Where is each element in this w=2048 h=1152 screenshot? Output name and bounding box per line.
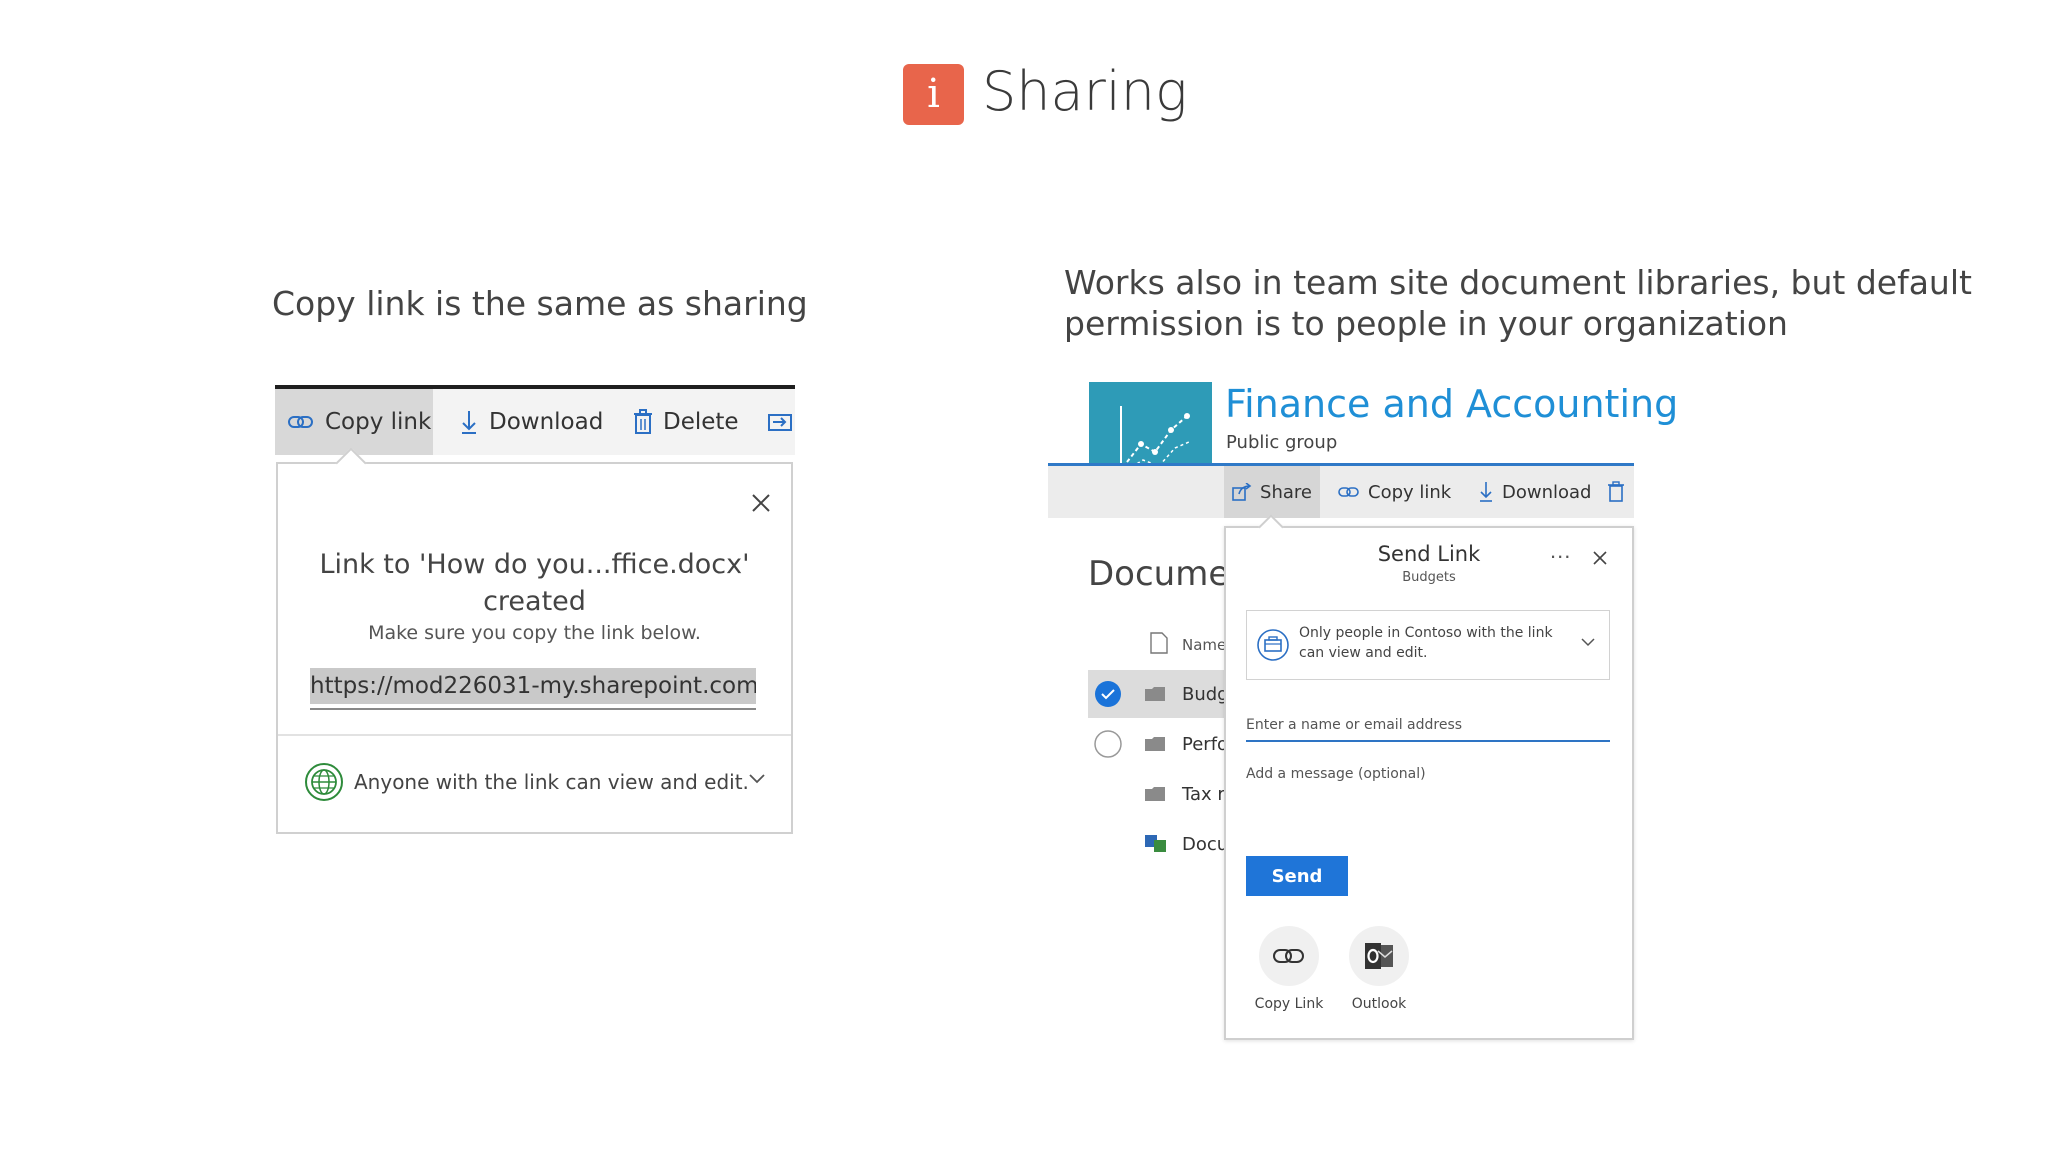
send-link-subheading: Budgets <box>1402 570 1456 585</box>
close-icon[interactable] <box>750 492 772 514</box>
list-item-label: Budgets <box>1182 684 1230 705</box>
delete-button[interactable]: Delete <box>633 389 739 455</box>
copy-link-label: Copy link <box>325 409 432 435</box>
close-icon[interactable] <box>1592 550 1608 566</box>
permission-text: Only people in Contoso with the link can… <box>1299 625 1553 661</box>
slide-title: Sharing <box>982 60 1188 123</box>
link-created-heading: Link to 'How do you...ffice.docx' create… <box>319 549 750 617</box>
link-url-field[interactable]: https://mod226031-my.sharepoint.com/pers… <box>310 668 756 710</box>
briefcase-icon <box>1257 629 1289 661</box>
move-to-icon <box>768 414 792 431</box>
copy-instruction: Make sure you copy the link below. <box>368 622 701 644</box>
outlook-icon <box>1365 943 1393 969</box>
column-header-name[interactable]: Name <box>1088 620 1230 668</box>
permission-setting[interactable]: Anyone with the link can view and edit. <box>354 770 749 794</box>
copy-link-option-circle[interactable] <box>1259 926 1319 986</box>
checkmark-icon[interactable] <box>1094 680 1122 708</box>
delete-label: Delete <box>663 409 739 435</box>
library-title: Documents <box>1088 554 1230 594</box>
copy-link-option-label: Copy Link <box>1254 996 1324 1012</box>
share-button[interactable]: Share <box>1224 466 1320 518</box>
right-caption: Works also in team site document librari… <box>1064 263 1972 343</box>
folder-icon <box>1145 787 1165 801</box>
share-label: Share <box>1260 481 1312 503</box>
trash-icon <box>634 409 652 434</box>
copy-link-button[interactable]: Copy link <box>275 389 433 455</box>
divider <box>278 734 791 736</box>
link-icon <box>288 416 313 428</box>
share-icon <box>1232 483 1252 501</box>
site-subtitle: Public group <box>1226 432 1338 453</box>
outlook-option[interactable]: Outlook <box>1334 926 1424 1012</box>
folder-icon <box>1145 687 1165 701</box>
download-icon <box>1480 482 1492 502</box>
copy-link-label: Copy link <box>1368 481 1452 503</box>
outlook-option-circle[interactable] <box>1349 926 1409 986</box>
list-item-label: Documents <box>1182 834 1230 855</box>
link-url-text[interactable]: https://mod226031-my.sharepoint.com/pers… <box>310 668 756 704</box>
globe-icon <box>305 763 343 801</box>
download-button[interactable]: Download <box>1478 466 1591 518</box>
list-item-label: Tax returns <box>1182 784 1230 805</box>
column-name-label: Name <box>1182 636 1227 654</box>
trash-icon <box>1608 481 1624 502</box>
list-item-label: Performance <box>1182 734 1230 755</box>
send-button[interactable]: Send <box>1246 856 1348 896</box>
left-caption: Copy link is the same as sharing <box>272 284 808 323</box>
download-button[interactable]: Download <box>459 389 603 455</box>
onedrive-toolbar: Copy link Download Delete <box>275 385 795 455</box>
list-item[interactable]: Tax returns <box>1088 770 1230 818</box>
site-title[interactable]: Finance and Accounting <box>1225 382 1678 426</box>
link-icon <box>1273 949 1304 963</box>
download-icon <box>462 411 476 434</box>
recipient-input[interactable] <box>1246 710 1610 742</box>
file-type-icon <box>1150 632 1168 654</box>
download-label: Download <box>489 409 604 435</box>
chevron-down-icon[interactable] <box>748 772 766 784</box>
delete-button[interactable] <box>1608 466 1632 518</box>
info-badge: i <box>903 64 964 125</box>
copy-link-button[interactable]: Copy link <box>1338 466 1451 518</box>
library-command-bar: Share Copy link Download <box>1048 466 1634 518</box>
permission-setting[interactable]: Only people in Contoso with the link can… <box>1246 610 1610 680</box>
folder-icon <box>1145 737 1165 751</box>
outlook-option-label: Outlook <box>1351 996 1407 1012</box>
link-created-callout: Link to 'How do you...ffice.docx' create… <box>276 462 793 834</box>
chevron-down-icon[interactable] <box>1581 637 1595 647</box>
radio-unchecked-icon[interactable] <box>1094 730 1122 758</box>
message-input[interactable] <box>1246 766 1610 836</box>
more-options-button[interactable]: ... <box>1550 538 1571 564</box>
move-to-button[interactable] <box>767 389 803 455</box>
list-item[interactable]: Budgets <box>1088 670 1230 718</box>
list-item[interactable]: Performance <box>1088 720 1230 768</box>
download-label: Download <box>1502 481 1592 503</box>
list-item[interactable]: Documents <box>1088 820 1230 868</box>
send-link-dialog: Send Link Budgets ... Only people in Con… <box>1224 526 1634 1040</box>
copy-link-option[interactable]: Copy Link <box>1244 926 1334 1012</box>
outlook-file-icon <box>1145 835 1166 852</box>
link-icon <box>1338 487 1359 497</box>
